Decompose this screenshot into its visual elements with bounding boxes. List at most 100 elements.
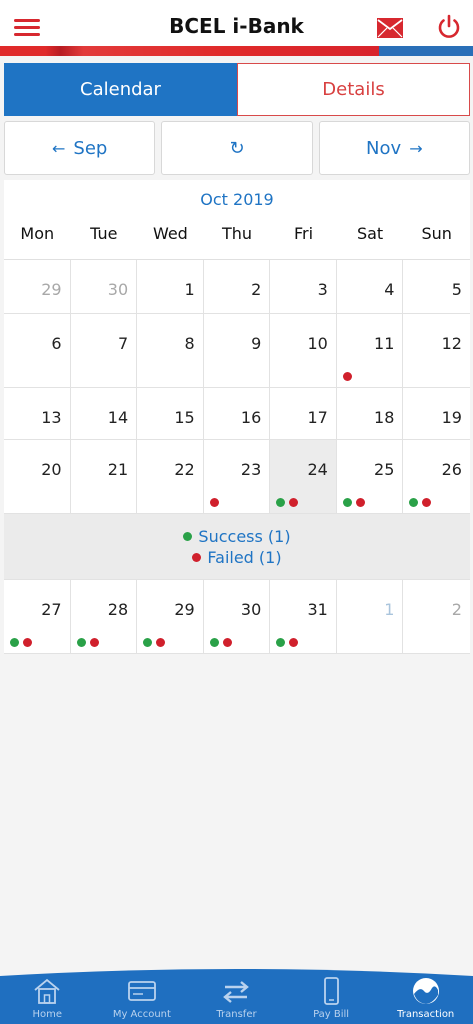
failed-dot <box>342 372 352 381</box>
failed-dot <box>89 638 99 647</box>
weekday-label: Sat <box>356 224 384 243</box>
failed-dot <box>289 638 299 647</box>
failed-dot <box>289 498 299 507</box>
calendar-day[interactable]: 24 <box>270 440 337 513</box>
calendar-day[interactable]: 26 <box>403 440 470 513</box>
day-number: 19 <box>441 408 462 427</box>
nav-item-transaction[interactable]: Transaction <box>378 966 473 1024</box>
calendar-day[interactable]: 30 <box>70 260 138 313</box>
tab-details[interactable]: Details <box>237 63 470 116</box>
success-dot <box>76 638 86 647</box>
calendar-day[interactable]: 20 <box>4 440 71 513</box>
day-number: 7 <box>117 334 129 353</box>
calendar-day[interactable]: 12 <box>403 314 470 387</box>
calendar-day[interactable]: 15 <box>137 388 204 439</box>
arrow-right-icon: → <box>409 138 423 158</box>
day-number: 5 <box>451 280 462 299</box>
day-number: 11 <box>374 334 395 353</box>
failed-dot <box>156 638 166 647</box>
day-number: 30 <box>107 280 129 299</box>
failed-dot <box>209 498 219 507</box>
transaction-indicators <box>209 498 219 507</box>
refresh-button[interactable]: ↻ <box>161 121 313 175</box>
calendar-day[interactable]: 14 <box>70 388 138 439</box>
calendar-day[interactable]: 4 <box>336 260 404 313</box>
day-number: 14 <box>107 408 129 427</box>
transfer-icon <box>223 981 250 1003</box>
calendar-grid: 29 30 1 2 3 4 5 6 7 8 9 10 11 12 13 14 15 16 17 18 19 20 21 22 2… <box>4 260 470 654</box>
month-navigation: ← Sep ↻ Nov → <box>4 121 470 175</box>
calendar-day[interactable]: 11 <box>336 314 404 387</box>
summary-failed[interactable]: Failed (1) <box>192 548 282 567</box>
calendar-day[interactable]: 19 <box>403 388 470 439</box>
power-icon[interactable] <box>436 14 462 40</box>
nav-item-home[interactable]: Home <box>0 966 95 1024</box>
calendar-day[interactable]: 13 <box>4 388 71 439</box>
next-month-button[interactable]: Nov → <box>318 121 470 175</box>
failed-dot <box>192 552 202 562</box>
calendar-day[interactable]: 28 <box>70 580 138 653</box>
weekday-label: Fri <box>294 224 314 243</box>
success-dot <box>342 498 352 507</box>
day-number: 17 <box>307 408 328 427</box>
calendar-day[interactable]: 31 <box>270 580 337 653</box>
success-dot <box>183 531 193 541</box>
success-dot <box>209 638 219 647</box>
calendar-day[interactable]: 1 <box>336 580 404 653</box>
day-number: 2 <box>451 600 462 619</box>
calendar-day[interactable]: 9 <box>203 314 271 387</box>
calendar-day[interactable]: 22 <box>137 440 204 513</box>
day-number: 21 <box>107 460 129 479</box>
transaction-indicators <box>10 638 32 647</box>
day-number: 3 <box>317 280 328 299</box>
transaction-indicators <box>342 498 365 507</box>
calendar-day[interactable]: 27 <box>4 580 71 653</box>
nav-item-transfer[interactable]: Transfer <box>189 966 284 1024</box>
calendar-day[interactable]: 3 <box>270 260 337 313</box>
nav-label-my-account: My Account <box>112 1009 171 1020</box>
calendar-day[interactable]: 25 <box>336 440 404 513</box>
summary-success[interactable]: Success (1) <box>183 527 291 546</box>
view-tabs: Calendar Details <box>4 63 470 116</box>
nav-item-my-account[interactable]: My Account <box>95 966 190 1024</box>
day-number: 15 <box>174 408 195 427</box>
weekday-header: Mon Tue Wed Thu Fri Sat Sun <box>4 218 470 260</box>
calendar-day[interactable]: 7 <box>70 314 138 387</box>
calendar-day[interactable]: 23 <box>203 440 271 513</box>
calendar-day[interactable]: 18 <box>336 388 404 439</box>
calendar-week: 6 7 8 9 10 11 12 <box>4 314 470 388</box>
weekday-label: Tue <box>90 224 118 243</box>
bottom-navigation: Home My Account Transfer Pay Bill Transa… <box>0 966 473 1024</box>
day-number: 1 <box>184 280 195 299</box>
weekday-label: Wed <box>152 224 188 243</box>
calendar-day[interactable]: 2 <box>203 260 271 313</box>
calendar-day[interactable]: 29 <box>4 260 71 313</box>
day-number: 6 <box>51 334 62 353</box>
calendar-day[interactable]: 17 <box>270 388 337 439</box>
transaction-indicators <box>276 498 299 507</box>
calendar-day[interactable]: 8 <box>137 314 204 387</box>
calendar-day[interactable]: 30 <box>203 580 271 653</box>
calendar-day[interactable]: 5 <box>403 260 470 313</box>
transaction-indicators <box>76 638 99 647</box>
day-number: 22 <box>174 460 195 479</box>
day-number: 29 <box>41 280 62 299</box>
mail-icon[interactable] <box>377 18 403 38</box>
day-number: 13 <box>41 408 62 427</box>
prev-month-button[interactable]: ← Sep <box>4 121 156 175</box>
phone-icon <box>324 977 339 1005</box>
nav-item-pay-bill[interactable]: Pay Bill <box>284 966 379 1024</box>
day-number: 10 <box>307 334 328 353</box>
calendar-day[interactable]: 16 <box>203 388 271 439</box>
tab-calendar[interactable]: Calendar <box>4 63 237 116</box>
nav-label-home: Home <box>32 1009 63 1020</box>
calendar-day[interactable]: 2 <box>403 580 470 653</box>
day-number: 16 <box>240 408 262 427</box>
calendar-day[interactable]: 10 <box>270 314 337 387</box>
calendar-day[interactable]: 21 <box>70 440 138 513</box>
calendar-day[interactable]: 6 <box>4 314 71 387</box>
transaction-indicators <box>409 498 432 507</box>
calendar: Oct 2019 Mon Tue Wed Thu Fri Sat Sun 29 3… <box>4 180 470 654</box>
calendar-day[interactable]: 29 <box>137 580 204 653</box>
calendar-day[interactable]: 1 <box>137 260 204 313</box>
